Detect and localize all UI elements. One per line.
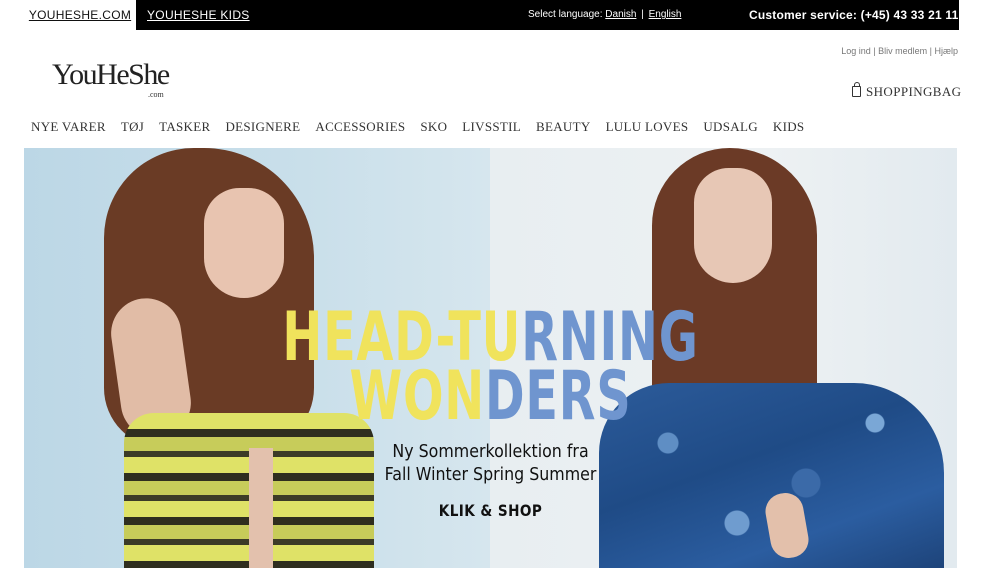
nav-item-lulu-loves[interactable]: LULU LOVES: [606, 119, 689, 135]
shoppingbag-label: SHOPPINGBAG: [866, 84, 962, 99]
customer-service: Customer service: (+45) 43 33 21 11: [749, 8, 959, 22]
signup-link[interactable]: Bliv medlem: [878, 46, 927, 56]
hero-subtitle-line-1: Ny Sommerkollektion fra: [392, 441, 589, 462]
right-model-face: [694, 168, 772, 283]
shopping-bag-icon: [852, 81, 861, 97]
hero-headline: HEAD-TURNING WONDERS: [24, 304, 957, 431]
language-separator: |: [641, 9, 644, 20]
site-logo[interactable]: YouHeShe .com: [52, 58, 170, 99]
logo-com: .com: [148, 90, 164, 99]
nav-item-accessories[interactable]: ACCESSORIES: [315, 119, 405, 135]
klik-shop-link[interactable]: KLIK & SHOP: [94, 501, 887, 520]
language-selector: Select language: Danish | English: [528, 9, 681, 20]
shoppingbag-button[interactable]: SHOPPINGBAG: [852, 81, 962, 100]
main-nav: NYE VARER TØJ TASKER DESIGNERE ACCESSORI…: [31, 119, 819, 135]
hero-subtitle-line-2: Fall Winter Spring Summer: [384, 463, 597, 485]
nav-item-nye-varer[interactable]: NYE VARER: [31, 119, 106, 135]
nav-item-tasker[interactable]: TASKER: [159, 119, 210, 135]
nav-item-toj[interactable]: TØJ: [121, 119, 144, 135]
account-links: Log ind | Bliv medlem | Hjælp: [841, 46, 958, 56]
headline-part-yellow-2: WON: [349, 356, 486, 436]
nav-item-kids[interactable]: KIDS: [773, 119, 805, 135]
left-model-face: [204, 188, 284, 298]
nav-item-beauty[interactable]: BEAUTY: [536, 119, 591, 135]
language-danish-link[interactable]: Danish: [605, 9, 636, 20]
help-link[interactable]: Hjælp: [934, 46, 958, 56]
headline-part-blue-2: DERS: [485, 356, 632, 436]
hero-subtitle: Ny Sommerkollektion fra Fall Winter Spri…: [80, 441, 901, 486]
tab-youheshe-kids[interactable]: YOUHESHE KIDS: [147, 8, 250, 22]
nav-item-sko[interactable]: SKO: [420, 119, 447, 135]
nav-item-livsstil[interactable]: LIVSSTIL: [462, 119, 521, 135]
logo-text: YouHeShe: [52, 58, 170, 91]
language-label: Select language:: [528, 9, 603, 20]
language-english-link[interactable]: English: [649, 9, 682, 20]
nav-item-designere[interactable]: DESIGNERE: [225, 119, 300, 135]
login-link[interactable]: Log ind: [841, 46, 871, 56]
hero-banner[interactable]: HEAD-TURNING WONDERS Ny Sommerkollektion…: [24, 148, 957, 568]
tab-youheshe[interactable]: YOUHESHE.COM: [24, 0, 136, 30]
nav-item-udsalg[interactable]: UDSALG: [703, 119, 758, 135]
